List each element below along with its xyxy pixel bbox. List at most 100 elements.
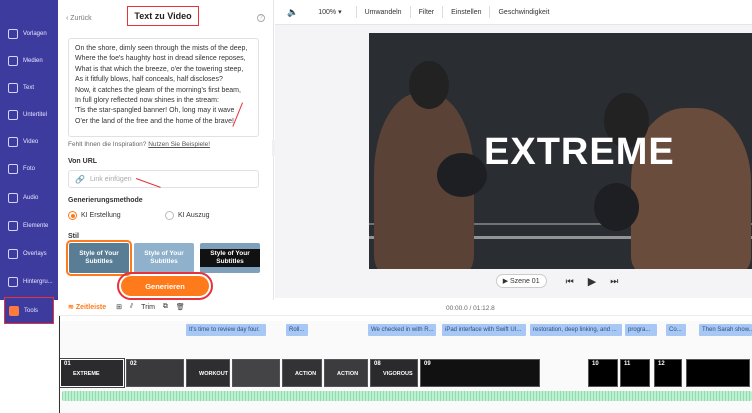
next-icon[interactable]: ⏭ — [610, 276, 618, 287]
inspiration-hint: Fehlt Ihnen die Inspiration? Nutzen Sie … — [68, 141, 210, 148]
help-icon[interactable]: ? — [257, 14, 265, 22]
script-textarea[interactable]: On the shore, dimly seen through the mis… — [68, 38, 259, 137]
clip-number: 01 — [64, 361, 71, 367]
url-input[interactable]: 🔗 Link einfügen — [68, 170, 259, 188]
add-icon[interactable]: ⊞ — [116, 303, 122, 311]
sidebar-item-hintergrund[interactable]: Hintergru... — [0, 268, 58, 295]
zoom-value: 100% — [318, 9, 337, 16]
divider — [355, 6, 357, 18]
video-clip[interactable] — [232, 359, 280, 387]
subtitle-clip[interactable]: Co... — [666, 324, 686, 336]
video-clip[interactable] — [686, 359, 750, 387]
sidebar-item-label: Audio — [23, 194, 39, 201]
toolbar-geschwindigkeit[interactable]: Geschwindigkeit — [498, 9, 549, 16]
audio-waveform[interactable] — [62, 391, 752, 401]
panel-title: Text zu Video — [127, 6, 199, 26]
sidebar-item-foto[interactable]: Foto — [0, 155, 58, 182]
sidebar-item-label: Video — [23, 138, 39, 145]
style-card-1[interactable]: Style of Your Subtitles — [66, 240, 132, 276]
sidebar-item-tools[interactable]: Tools — [4, 297, 54, 324]
video-clip[interactable]: 12 — [654, 359, 682, 387]
volume-icon[interactable]: 🔈 — [287, 7, 298, 18]
radio-selected-icon — [68, 211, 77, 220]
toolbar-einstellen[interactable]: Einstellen — [451, 9, 481, 16]
generate-button[interactable]: Generieren — [117, 272, 213, 300]
video-clip[interactable]: 10 — [588, 359, 618, 387]
delete-icon[interactable]: 🗑 — [176, 303, 185, 311]
video-clip[interactable]: 01 EXTREME — [59, 358, 125, 388]
radio-ki-erstellung[interactable]: KI Erstellung — [68, 211, 121, 220]
subtitle-clip[interactable]: It's time to review day four. — [186, 324, 266, 336]
clip-caption: EXTREME — [73, 371, 100, 377]
player-controls: ▶ Szene 01 ⏮ ▶ ⏭ — [369, 269, 752, 293]
video-clip[interactable]: ACTION — [282, 359, 322, 387]
sidebar-item-video[interactable]: Video — [0, 128, 58, 155]
boxer-left-glove — [437, 153, 487, 197]
examples-link[interactable]: Nutzen Sie Beispiele! — [148, 141, 210, 148]
url-label: Von URL — [68, 158, 98, 165]
clip-caption: ACTION — [337, 371, 359, 377]
back-link[interactable]: ‹ Zurück — [66, 15, 92, 22]
duplicate-icon[interactable]: ⧉ — [163, 303, 168, 311]
radio-label: KI Auszug — [178, 212, 210, 219]
background-icon — [8, 276, 18, 287]
subtitle-clip[interactable]: progra... — [625, 324, 657, 336]
split-icon[interactable]: ⫽ — [130, 303, 133, 311]
style-card-3[interactable]: Style of Your Subtitles — [200, 243, 260, 273]
subtitle-clip[interactable]: We checked in with R... — [368, 324, 436, 336]
video-clip[interactable]: 09 — [420, 359, 540, 387]
scene-label: Szene 01 — [510, 278, 540, 285]
divider — [409, 6, 411, 18]
clip-number: 02 — [130, 361, 137, 367]
timeline-toolbar: ≋ Zeitleiste ⊞ ⫽ Trim ⧉ 🗑 — [58, 300, 752, 314]
sidebar-item-label: Untertitel — [23, 111, 48, 118]
back-label: Zurück — [70, 15, 92, 22]
subtitle-clip[interactable]: restoration, deep linking, and ... — [530, 324, 622, 336]
sidebar-item-label: Vorlagen — [23, 30, 47, 37]
sidebar-item-audio[interactable]: Audio — [0, 184, 58, 211]
toolbar-filter[interactable]: Filter — [419, 9, 435, 16]
video-preview[interactable]: EXTREME — [369, 33, 752, 269]
style-card-2[interactable]: Style of Your Subtitles — [134, 243, 194, 273]
zoom-select[interactable]: 100% ▾ — [318, 8, 341, 16]
toolbar: 🔈 100% ▾ Umwandeln Filter Einstellen Ges… — [275, 0, 752, 25]
radio-unselected-icon — [165, 211, 174, 220]
url-placeholder: Link einfügen — [89, 175, 132, 183]
play-icon[interactable]: ▶ — [588, 275, 596, 288]
sidebar-item-text[interactable]: Text — [0, 74, 58, 101]
timeline-tab[interactable]: ≋ Zeitleiste — [68, 303, 106, 311]
timeline-time: 00:00.0 / 01:12.8 — [446, 305, 495, 312]
toolbar-umwandeln[interactable]: Umwandeln — [365, 9, 402, 16]
sidebar-item-elemente[interactable]: Elemente — [0, 212, 58, 239]
sidebar: Vorlagen Medien Text Untertitel Video Fo… — [0, 0, 58, 300]
video-clip[interactable]: 11 — [620, 359, 650, 387]
previous-icon[interactable]: ⏮ — [566, 276, 574, 287]
text-to-video-panel: ‹ Zurück Text zu Video ? On the shore, d… — [58, 0, 274, 300]
elements-icon — [8, 220, 18, 231]
sidebar-item-label: Text — [23, 84, 35, 91]
sidebar-item-vorlagen[interactable]: Vorlagen — [0, 20, 58, 47]
video-clip[interactable]: ACTION — [324, 359, 368, 387]
sidebar-item-untertitel[interactable]: Untertitel — [0, 101, 58, 128]
video-overlay-text[interactable]: EXTREME — [484, 131, 675, 174]
clip-number: 09 — [424, 361, 431, 367]
playhead[interactable] — [59, 316, 60, 413]
sidebar-item-medien[interactable]: Medien — [0, 47, 58, 74]
video-clip[interactable]: WORKOUT — [186, 359, 230, 387]
text-icon — [8, 82, 18, 93]
video-clip[interactable]: 08 VIGOROUS — [370, 359, 418, 387]
templates-icon — [8, 28, 18, 39]
subtitle-clip[interactable]: iPad interface with Swift UI... — [442, 324, 526, 336]
style-label: Stil — [68, 233, 79, 240]
subtitle-clip[interactable]: Then Sarah show... — [699, 324, 752, 336]
audio-icon — [8, 192, 18, 203]
trim-button[interactable]: Trim — [141, 304, 155, 311]
video-clip[interactable]: 02 — [126, 359, 184, 387]
subtitle-clip[interactable]: Roll... — [286, 324, 308, 336]
photo-icon — [8, 163, 18, 174]
sidebar-item-label: Overlays — [23, 250, 47, 257]
video-icon — [8, 136, 18, 147]
radio-ki-auszug[interactable]: KI Auszug — [165, 211, 210, 220]
scene-selector[interactable]: ▶ Szene 01 — [495, 274, 547, 288]
sidebar-item-overlays[interactable]: Overlays — [0, 240, 58, 267]
